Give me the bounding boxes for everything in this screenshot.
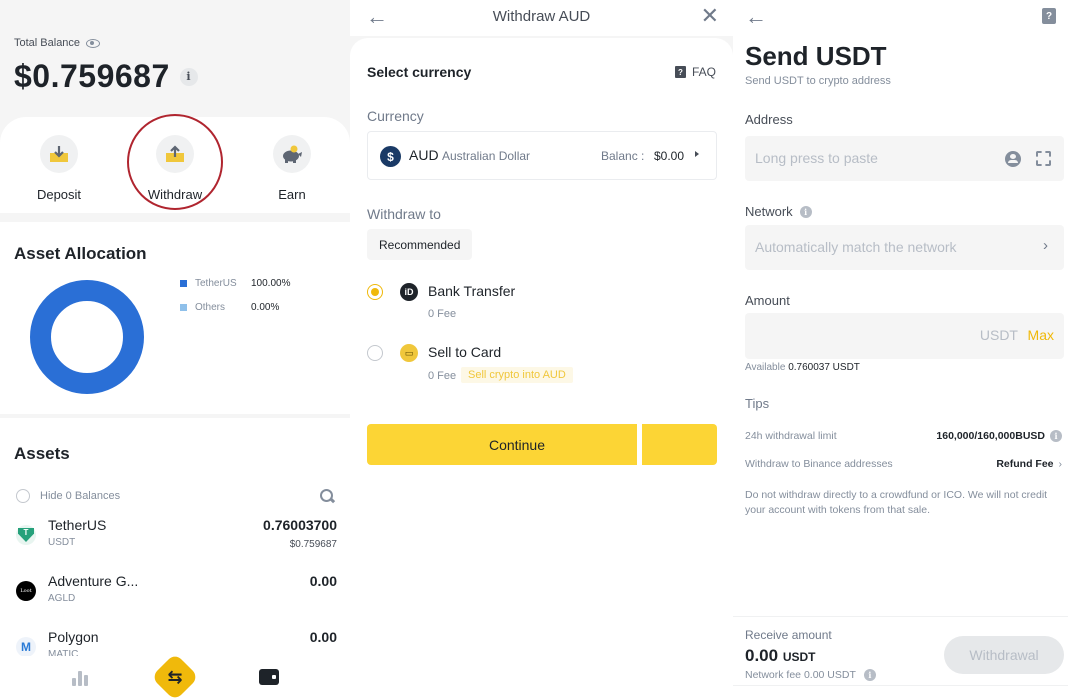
polygon-logo-icon: M — [16, 637, 36, 657]
piggy-bank-icon — [273, 135, 311, 173]
close-icon[interactable]: ✕ — [701, 3, 719, 29]
asset-row[interactable]: T TetherUS USDT 0.76003700 $0.759687 — [0, 517, 350, 569]
info-icon[interactable]: i — [179, 67, 198, 86]
section-title: Select currency — [367, 64, 472, 80]
legend-swatch — [180, 280, 187, 287]
chevron-right-icon: › — [1043, 237, 1048, 254]
asset-row[interactable]: Loot Adventure G... AGLD 0.00 — [0, 573, 350, 625]
card-icon: ▭ — [400, 344, 418, 362]
quick-actions: Deposit Withdraw Earn — [0, 117, 350, 213]
bank-transfer-icon: iD — [400, 283, 418, 301]
receive-amount-label: Receive amount — [745, 628, 832, 642]
withdraw-form: Select currency ? FAQ Currency $ AUD Aus… — [350, 38, 733, 700]
info-icon[interactable]: i — [863, 669, 876, 681]
swap-arrows-icon[interactable]: ⇆ — [158, 662, 192, 692]
tip-row-refund-fee[interactable]: Withdraw to Binance addresses Refund Fee… — [745, 458, 1062, 470]
tether-logo-icon: T — [16, 525, 36, 545]
network-label: Network i — [745, 204, 812, 219]
faq-link[interactable]: ? FAQ — [674, 65, 716, 79]
chevron-right-icon: › — [1058, 458, 1063, 470]
method-fee: 0 Fee — [428, 370, 457, 382]
asset-allocation-section: Asset Allocation TetherUS 100.00% Others… — [0, 222, 350, 414]
help-book-icon[interactable]: ? — [1042, 8, 1056, 24]
wallet-icon[interactable] — [259, 669, 279, 685]
address-input[interactable]: Long press to paste — [745, 136, 1064, 181]
hide-zero-balances-toggle[interactable]: Hide 0 Balances — [16, 489, 120, 503]
currency-label: Currency — [367, 108, 424, 124]
method-title[interactable]: Bank Transfer — [428, 283, 515, 299]
total-balance-value: $0.759687 i — [14, 58, 198, 95]
agld-logo-icon: Loot — [16, 581, 36, 601]
amount-input[interactable]: USDT Max — [745, 313, 1064, 359]
sell-crypto-tag: Sell crypto into AUD — [461, 367, 573, 383]
caret-right-icon — [695, 151, 699, 157]
available-balance: Available 0.760037 USDT — [745, 362, 860, 373]
method-fee: 0 Fee — [428, 308, 457, 320]
legend-item-tetherus: TetherUS 100.00% — [180, 278, 290, 289]
sell-to-card-radio[interactable] — [367, 345, 383, 361]
withdrawal-button[interactable]: Withdrawal — [944, 636, 1064, 674]
currency-selector[interactable]: $ AUD Australian Dollar Balanc : $0.00 — [367, 131, 717, 180]
continue-button-segment[interactable] — [642, 424, 717, 465]
withdraw-to-label: Withdraw to — [367, 206, 441, 222]
eye-icon[interactable] — [86, 38, 101, 48]
earn-button[interactable]: Earn — [247, 135, 337, 202]
allocation-donut-chart — [30, 280, 144, 394]
receive-amount-value: 0.00 USDT — [745, 646, 816, 665]
bank-transfer-radio[interactable] — [367, 284, 383, 300]
scan-qr-icon[interactable] — [1036, 151, 1051, 166]
asset-allocation-title: Asset Allocation — [14, 244, 147, 263]
assets-title: Assets — [14, 444, 70, 463]
network-selector[interactable]: Automatically match the network › — [745, 225, 1064, 270]
continue-button[interactable]: Continue — [367, 424, 637, 465]
network-fee: Network fee 0.00 USDT i — [745, 669, 876, 681]
page-title: Send USDT — [745, 41, 887, 71]
back-arrow-icon[interactable]: ← — [745, 4, 767, 30]
legend-swatch — [180, 304, 187, 311]
withdrawal-footer: Receive amount 0.00 USDT Network fee 0.0… — [733, 616, 1068, 686]
header: ← Withdraw AUD ✕ — [350, 0, 733, 36]
portfolio-screen: Total Balance $0.759687 i Deposit Withdr… — [0, 0, 350, 700]
markets-icon[interactable] — [72, 670, 88, 686]
recommended-tab[interactable]: Recommended — [367, 229, 473, 260]
tip-row-withdrawal-limit: 24h withdrawal limit 160,000/160,000BUSD… — [745, 430, 1062, 442]
address-label: Address — [745, 112, 793, 127]
address-book-icon[interactable] — [1005, 151, 1021, 167]
tips-title: Tips — [745, 396, 770, 411]
amount-label: Amount — [745, 293, 790, 308]
help-book-icon: ? — [674, 66, 686, 78]
search-icon[interactable] — [320, 489, 333, 502]
bottom-navigation: ⇆ — [0, 652, 350, 700]
withdraw-aud-screen: ← Withdraw AUD ✕ Select currency ? FAQ C… — [350, 0, 733, 700]
withdraw-icon — [156, 135, 194, 173]
checkbox[interactable] — [16, 489, 30, 503]
ico-warning-note: Do not withdraw directly to a crowdfund … — [745, 489, 1048, 516]
page-subtitle: Send USDT to crypto address — [745, 75, 891, 87]
total-balance-label: Total Balance — [14, 37, 101, 49]
info-icon[interactable]: i — [1050, 430, 1062, 442]
legend-item-others: Others 0.00% — [180, 302, 279, 313]
deposit-icon — [40, 135, 78, 173]
page-title: Withdraw AUD — [492, 8, 591, 25]
send-usdt-screen: ← ? Send USDT Send USDT to crypto addres… — [733, 0, 1068, 700]
deposit-button[interactable]: Deposit — [14, 135, 104, 202]
max-button[interactable]: Max — [1028, 327, 1054, 343]
withdraw-button[interactable]: Withdraw — [130, 135, 220, 202]
info-icon[interactable]: i — [799, 205, 812, 218]
dollar-icon: $ — [380, 146, 401, 167]
method-title[interactable]: Sell to Card — [428, 344, 501, 360]
